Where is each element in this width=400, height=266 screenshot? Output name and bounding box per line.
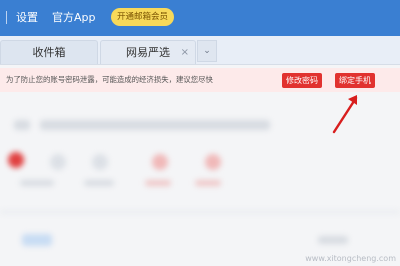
blurred-label [20, 180, 54, 186]
vip-membership-button[interactable]: 开通邮箱会员 [111, 8, 175, 26]
official-app-link[interactable]: 官方App [52, 10, 96, 25]
blurred-icon [152, 154, 168, 170]
blurred-label [145, 180, 171, 186]
blurred-block [14, 120, 30, 130]
chevron-down-icon[interactable]: ⌄ [197, 40, 217, 62]
blurred-text [318, 236, 348, 244]
blurred-label [84, 180, 114, 186]
tab-inbox[interactable]: 收件箱 [0, 40, 98, 64]
blurred-button [22, 234, 52, 246]
blurred-text-line [40, 120, 270, 130]
blurred-icon [205, 154, 221, 170]
change-password-button[interactable]: 修改密码 [282, 73, 322, 88]
top-navigation-bar: 设置 官方App 开通邮箱会员 [0, 0, 400, 36]
blurred-label [195, 180, 221, 186]
blurred-red-icon [8, 152, 24, 168]
settings-link[interactable]: 设置 [16, 10, 38, 25]
blurred-content-area [0, 96, 400, 266]
blurred-icon [50, 154, 66, 170]
watermark: www.xitongcheng.com [305, 254, 396, 263]
close-icon[interactable]: × [181, 41, 189, 65]
bind-phone-button[interactable]: 绑定手机 [335, 73, 375, 88]
tab-netease-yanxuan-label: 网易严选 [126, 46, 170, 59]
security-warning-text: 为了防止您的账号密码泄露，可能造成的经济损失，建议您尽快 [6, 75, 213, 84]
security-warning-bar: 为了防止您的账号密码泄露，可能造成的经济损失，建议您尽快 修改密码 绑定手机 [0, 68, 400, 92]
blurred-icon [92, 154, 108, 170]
nav-divider [6, 11, 7, 24]
tab-netease-yanxuan[interactable]: 网易严选 × [100, 40, 196, 64]
tab-inbox-label: 收件箱 [32, 46, 66, 59]
blurred-divider [0, 211, 400, 213]
